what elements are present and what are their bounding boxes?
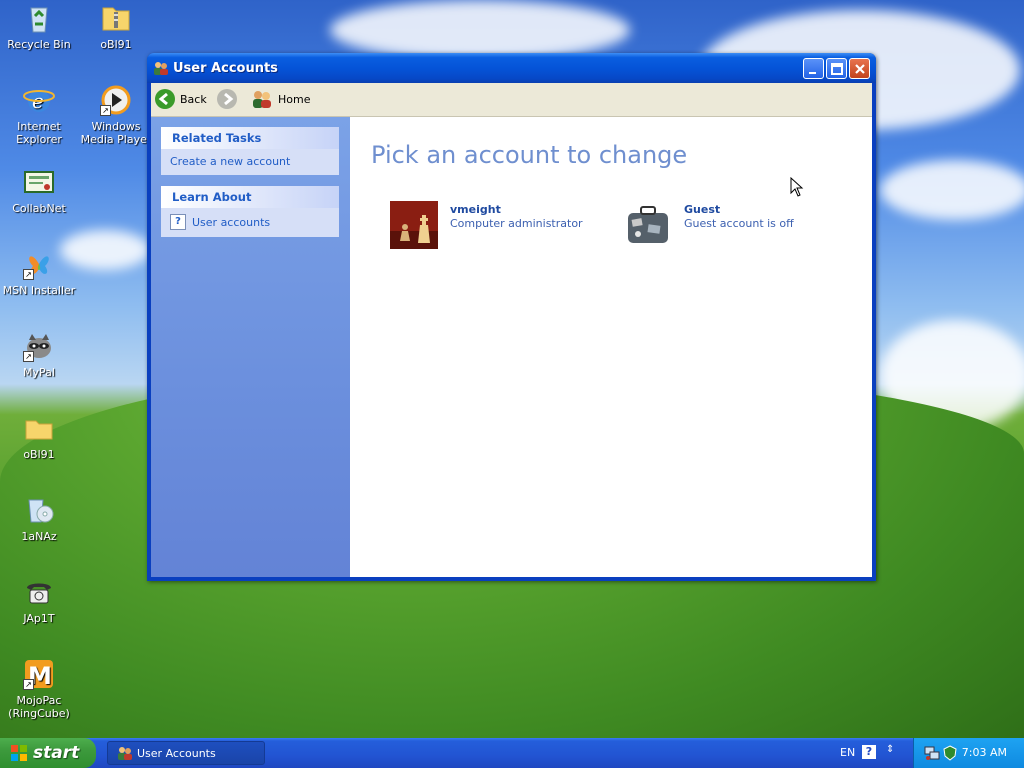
chess-pieces-icon [390,201,438,249]
account-name: vmeight [450,203,501,216]
related-tasks-panel: Related Tasks Create a new account [161,127,339,175]
desktop-icon-1anaz[interactable]: 1aNAz [1,494,77,543]
back-label: Back [180,92,207,106]
user-accounts-icon [153,60,169,76]
account-name: Guest [684,203,721,216]
desktop-icon-label: CollabNet [12,202,66,215]
account-role: Guest account is off [684,217,794,230]
user-accounts-link-label: User accounts [192,215,271,229]
account-tile-vmeight[interactable]: vmeight Computer administrator [390,201,583,249]
title-bar[interactable]: User Accounts [147,53,876,83]
close-button[interactable] [849,58,870,79]
user-accounts-help-link[interactable]: ? User accounts [170,214,330,230]
user-accounts-icon [117,745,133,761]
internet-explorer-icon: e [23,84,55,116]
learn-about-panel: Learn About ? User accounts [161,186,339,237]
create-new-account-link[interactable]: Create a new account [170,155,330,168]
main-pane: Pick an account to change vmeight Comput… [350,117,872,577]
account-tile-guest[interactable]: Guest Guest account is off [624,201,794,249]
language-indicator[interactable]: EN [840,746,855,759]
forward-button[interactable] [217,88,242,110]
suitcase-icon [624,201,672,249]
desktop-icon-label: oBl91 [100,38,132,51]
start-label: start [33,743,80,763]
desktop-icon-label: Windows Media Player [80,120,152,146]
recycle-cd-icon [23,494,55,526]
back-arrow-icon [155,89,175,109]
windows-flag-icon [10,744,28,762]
desktop-icon-label: oBl91 [23,448,55,461]
folder-icon [23,412,55,444]
mouse-cursor-icon [790,176,804,200]
recycle-bin-icon [23,2,55,34]
network-icon[interactable] [924,745,940,764]
taskbar-item-label: User Accounts [137,746,216,760]
maximize-button[interactable] [826,58,847,79]
tray-chevron-icon[interactable]: ⇕ [886,744,894,755]
start-button[interactable]: start [0,738,96,768]
desktop-icon-jap1t[interactable]: JAp1T [1,576,77,625]
desktop-icon-obl91-folder[interactable]: oBl91 [1,412,77,461]
desktop-icon-label: JAp1T [23,612,55,625]
desktop-icon-label: Internet Explorer [16,120,62,146]
clock[interactable]: 7:03 AM [962,746,1007,759]
desktop-icon-collabnet[interactable]: CollabNet [1,166,77,215]
page-title: Pick an account to change [371,141,688,169]
certificate-icon [23,166,55,198]
task-pane: Related Tasks Create a new account Learn… [151,117,350,577]
desktop-icon-windows-media-player[interactable]: ↗ Windows Media Player [78,84,154,146]
desktop-icon-label: Recycle Bin [7,38,71,51]
desktop-icon-obl91-zip[interactable]: oBl91 [78,2,154,51]
raccoon-icon: ↗ [23,330,55,362]
home-label: Home [278,92,311,106]
desktop-icon-label: MyPal [23,366,55,379]
telephone-icon [23,576,55,608]
window-content: Related Tasks Create a new account Learn… [151,117,872,577]
msn-butterfly-icon: ↗ [23,248,55,280]
desktop-icon-msn-installer[interactable]: ↗ MSN Installer [1,248,77,297]
user-accounts-window[interactable]: User Accounts Back Home Related Tasks Cr… [147,53,876,581]
mojopac-icon: M ↗ [23,658,55,690]
home-users-icon [251,89,273,109]
security-icon[interactable] [942,745,958,764]
desktop-icon-label: 1aNAz [21,530,57,543]
related-tasks-header[interactable]: Related Tasks [161,127,339,149]
account-role: Computer administrator [450,217,583,230]
help-icon[interactable]: ? [862,745,876,759]
back-button[interactable]: Back [155,88,207,110]
desktop-icon-internet-explorer[interactable]: e Internet Explorer [1,84,77,146]
media-player-icon: ↗ [100,84,132,116]
window-title: User Accounts [173,61,278,76]
zip-folder-icon [100,2,132,34]
system-tray: 7:03 AM [913,738,1024,768]
desktop-icon-mojopac[interactable]: M ↗ MojoPac (RingCube) [1,658,77,720]
desktop-icon-label: MSN Installer [2,284,76,297]
help-icon: ? [170,214,186,230]
forward-arrow-icon [217,89,237,109]
desktop-icon-recycle-bin[interactable]: Recycle Bin [1,2,77,51]
desktop-icon-mypal[interactable]: ↗ MyPal [1,330,77,379]
minimize-button[interactable] [803,58,824,79]
home-button[interactable]: Home [251,88,310,110]
toolbar: Back Home [151,83,872,117]
taskbar-item-user-accounts[interactable]: User Accounts [107,741,265,765]
learn-about-header[interactable]: Learn About [161,186,339,208]
desktop-icon-label: MojoPac (RingCube) [8,694,70,720]
taskbar: start User Accounts EN ? ⇕ 7:03 AM [0,738,1024,768]
